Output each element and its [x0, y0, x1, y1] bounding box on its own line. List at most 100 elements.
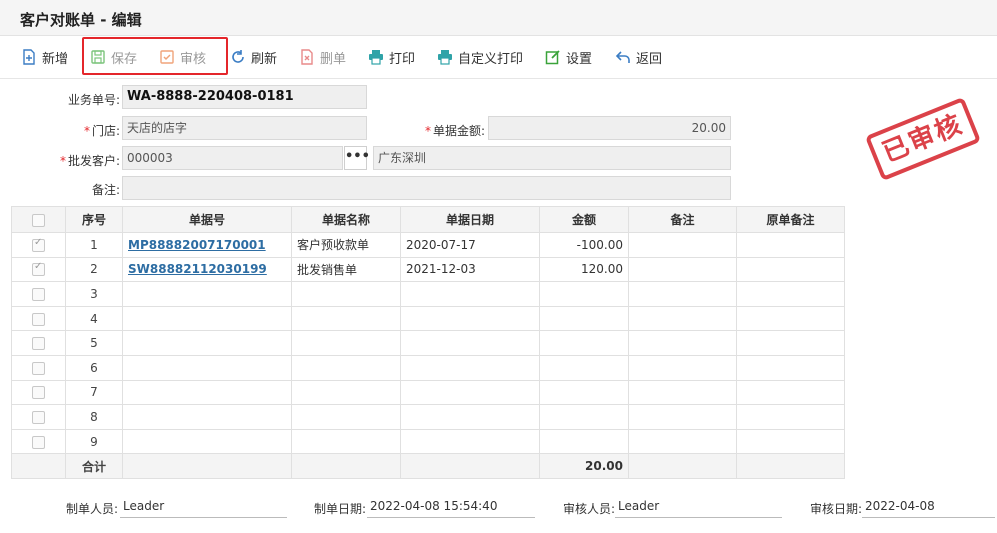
- cell-doc-name[interactable]: [291, 305, 401, 332]
- cell-note[interactable]: [628, 281, 737, 307]
- back-button[interactable]: 返回: [615, 47, 662, 67]
- auditor-field[interactable]: Leader: [615, 494, 782, 518]
- refresh-button[interactable]: 刷新: [230, 47, 277, 67]
- cell-doc-name[interactable]: [291, 428, 401, 455]
- cell-no[interactable]: 1: [65, 232, 123, 258]
- cell-orig-note[interactable]: [736, 379, 845, 406]
- row-checkbox[interactable]: [32, 386, 45, 400]
- select-all-cell[interactable]: [11, 206, 66, 233]
- table-row[interactable]: 2 SW88882112030199 批发销售单2021-12-03120.00: [11, 256, 845, 283]
- row-checkbox[interactable]: [32, 410, 45, 424]
- row-checkbox[interactable]: [32, 361, 45, 375]
- cell-no[interactable]: 5: [65, 330, 123, 356]
- cell-no[interactable]: 4: [65, 305, 123, 332]
- cell-note[interactable]: [628, 305, 737, 332]
- cell-note[interactable]: [628, 428, 737, 455]
- cell-note[interactable]: [628, 354, 737, 381]
- cell-doc-name[interactable]: 批发销售单: [291, 256, 401, 283]
- cell-amount[interactable]: -100.00: [539, 232, 629, 258]
- note-field[interactable]: [122, 176, 731, 200]
- store-field[interactable]: 天店的店字: [122, 116, 367, 140]
- row-checkbox[interactable]: [32, 312, 45, 326]
- row-select-cell[interactable]: [11, 256, 66, 283]
- table-row[interactable]: 3: [11, 281, 845, 307]
- row-checkbox[interactable]: [32, 237, 45, 252]
- table-row[interactable]: 6: [11, 354, 845, 381]
- row-select-cell[interactable]: [11, 379, 66, 406]
- cell-orig-note[interactable]: [736, 232, 845, 258]
- table-row[interactable]: 1 MP88882007170001 客户预收款单2020-07-17-100.00: [11, 232, 845, 258]
- table-row[interactable]: 4: [11, 305, 845, 332]
- table-row[interactable]: 5: [11, 330, 845, 356]
- delete-button[interactable]: 删单: [299, 47, 346, 67]
- doc-no-link[interactable]: MP88882007170001: [128, 238, 266, 252]
- cell-doc-name[interactable]: [291, 330, 401, 356]
- row-checkbox[interactable]: [32, 261, 45, 277]
- customer-name-field[interactable]: 广东深圳: [373, 146, 731, 170]
- doc-no-link[interactable]: SW88882112030199: [128, 262, 267, 276]
- cell-doc-name[interactable]: 客户预收款单: [291, 232, 401, 258]
- cell-orig-note[interactable]: [736, 404, 845, 430]
- bill-no-field[interactable]: WA-8888-220408-0181: [122, 85, 367, 109]
- print-button[interactable]: 打印: [368, 47, 415, 67]
- table-row[interactable]: 7: [11, 379, 845, 406]
- cell-doc-name[interactable]: [291, 354, 401, 381]
- new-button[interactable]: 新增: [21, 47, 68, 67]
- settings-button[interactable]: 设置: [545, 47, 592, 67]
- cell-date[interactable]: [400, 281, 540, 307]
- cell-amount[interactable]: [539, 404, 629, 430]
- cell-no[interactable]: 9: [65, 428, 123, 455]
- cell-amount[interactable]: 120.00: [539, 256, 629, 283]
- row-select-cell[interactable]: [11, 354, 66, 381]
- cell-no[interactable]: 2: [65, 256, 123, 283]
- cell-note[interactable]: [628, 330, 737, 356]
- table-row[interactable]: 9: [11, 428, 845, 455]
- custom-print-button[interactable]: 自定义打印: [437, 47, 523, 67]
- customer-code-field[interactable]: 000003: [122, 146, 343, 170]
- cell-date[interactable]: [400, 354, 540, 381]
- row-checkbox[interactable]: [32, 435, 45, 449]
- cell-date[interactable]: [400, 428, 540, 455]
- cell-date[interactable]: [400, 379, 540, 406]
- cell-orig-note[interactable]: [736, 256, 845, 283]
- cell-date[interactable]: 2021-12-03: [400, 256, 540, 283]
- row-select-cell[interactable]: [11, 305, 66, 332]
- cell-amount[interactable]: [539, 281, 629, 307]
- cell-amount[interactable]: [539, 354, 629, 381]
- cell-doc-name[interactable]: [291, 404, 401, 430]
- select-all-checkbox[interactable]: [32, 213, 45, 227]
- cell-amount[interactable]: [539, 428, 629, 455]
- cell-note[interactable]: [628, 379, 737, 406]
- cell-date[interactable]: [400, 404, 540, 430]
- row-select-cell[interactable]: [11, 404, 66, 430]
- row-select-cell[interactable]: [11, 281, 66, 307]
- cell-date[interactable]: [400, 330, 540, 356]
- amount-field[interactable]: 20.00: [488, 116, 731, 140]
- cell-orig-note[interactable]: [736, 330, 845, 356]
- creator-field[interactable]: Leader: [120, 494, 287, 518]
- cell-date[interactable]: [400, 305, 540, 332]
- cell-date[interactable]: 2020-07-17: [400, 232, 540, 258]
- cell-orig-note[interactable]: [736, 305, 845, 332]
- cell-amount[interactable]: [539, 330, 629, 356]
- cell-note[interactable]: [628, 256, 737, 283]
- create-date-field[interactable]: 2022-04-08 15:54:40: [367, 494, 535, 518]
- row-select-cell[interactable]: [11, 232, 66, 258]
- cell-no[interactable]: 3: [65, 281, 123, 307]
- cell-amount[interactable]: [539, 379, 629, 406]
- row-select-cell[interactable]: [11, 330, 66, 356]
- cell-no[interactable]: 8: [65, 404, 123, 430]
- cell-note[interactable]: [628, 232, 737, 258]
- cell-orig-note[interactable]: [736, 281, 845, 307]
- cell-doc-name[interactable]: [291, 281, 401, 307]
- row-select-cell[interactable]: [11, 428, 66, 455]
- row-checkbox[interactable]: [32, 337, 45, 351]
- cell-orig-note[interactable]: [736, 354, 845, 381]
- row-checkbox[interactable]: [32, 287, 45, 301]
- cell-orig-note[interactable]: [736, 428, 845, 455]
- cell-no[interactable]: 6: [65, 354, 123, 381]
- cell-amount[interactable]: [539, 305, 629, 332]
- audit-date-field[interactable]: 2022-04-08: [862, 494, 995, 518]
- customer-lookup-button[interactable]: •••: [344, 146, 370, 170]
- cell-doc-name[interactable]: [291, 379, 401, 406]
